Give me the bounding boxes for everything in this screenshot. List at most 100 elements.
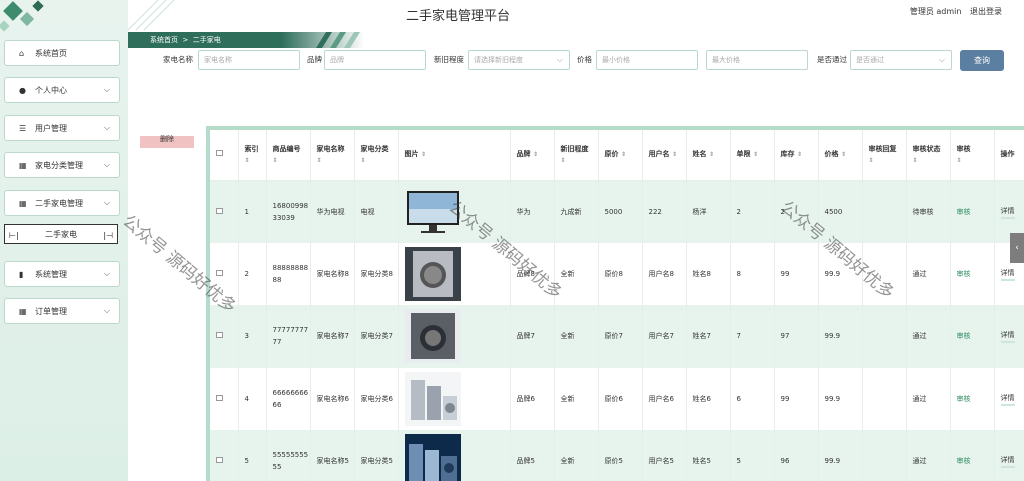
cell-years: 6 [730,367,775,430]
detail-button[interactable]: 详情 [1000,205,1015,219]
cell-audit[interactable]: 审核 [950,305,995,368]
collapse-tab[interactable]: ‹ [1010,233,1024,263]
breadcrumb-home[interactable]: 系统首页 [150,36,178,44]
cell-code: 5555555555 [266,430,311,481]
cell-original-price: 原价7 [598,305,643,368]
col-brand[interactable]: 品牌 ⇕ [510,130,555,181]
cell-price: 99.9 [818,430,863,481]
cell-index: 5 [238,430,267,481]
col-code[interactable]: 商品编号 ⇕ [266,130,311,181]
col-username[interactable]: 用户名 ⇕ [642,130,687,181]
cell-years: 7 [730,305,775,368]
col-name[interactable]: 家电名称 ⇕ [310,130,355,181]
col-price[interactable]: 价格 ⇕ [818,130,863,181]
bar-chart-icon: ▮ [19,269,24,279]
col-condition[interactable]: 新旧程度 ⇕ [554,130,599,181]
row-checkbox[interactable] [210,430,239,481]
sidebar-item-6[interactable]: ▦ 订单管理 ⌵ [4,298,120,324]
col-years[interactable]: 单限 ⇕ [730,130,775,181]
col-reply[interactable]: 审核回复 ⇕ [862,130,907,181]
cell-status: 通过 [906,305,951,368]
cell-brand: 品牌6 [510,367,555,430]
sidebar-item-2[interactable]: ☰ 用户管理 ⌵ [4,115,120,141]
brand-filter-label: 品牌 [307,55,322,64]
sidebar-item-3[interactable]: ▦ 家电分类管理 ⌵ [4,152,120,178]
cell-brand: 华为 [510,180,555,243]
row-checkbox[interactable] [210,305,239,368]
row-checkbox[interactable] [210,180,239,243]
sidebar-item-0[interactable]: ⌂ 系统首页 [4,40,120,66]
sidebar-item-label: 用户管理 [35,123,67,133]
detail-button[interactable]: 详情 [1000,454,1015,469]
cell-action[interactable]: 详情 [994,305,1024,368]
cell-condition: 全新 [554,367,599,430]
name-filter-input[interactable]: 家电名称 [198,50,300,70]
min-price-input[interactable]: 最小价格 [596,50,698,70]
col-category[interactable]: 家电分类 ⇕ [354,130,399,181]
detail-button[interactable]: 详情 [1000,392,1015,406]
washer-image [404,246,510,301]
delete-button[interactable]: 删除 [140,136,194,148]
cell-image [398,180,511,243]
table-row[interactable]: 1 1680099833039 华为电视 电视 华为 九成新 5000 222 杨洋 2 2 4500… [210,180,1024,243]
col-image[interactable]: 图片 ⇕ [398,130,511,181]
cell-name: 家电名称8 [310,242,355,305]
cell-action[interactable]: 详情 [994,430,1024,481]
cell-reply [862,180,907,243]
sidebar: ⌂ 系统首页 ● 个人中心 ⌵ ☰ 用户管理 ⌵ ▦ 家电分类管理 ⌵ ▦ 二手家电管理 ⌵ ▮ 系统管理 ⌵ ▦… [0,0,128,481]
col-real-name[interactable]: 姓名 ⇕ [686,130,731,181]
table-row[interactable]: 4 6666666666 家电名称6 家电分类6 品牌6 全新 原价6 用户名6 姓名6 6 99 9… [210,367,1024,430]
pass-select-placeholder: 是否通过 [856,56,884,64]
sidebar-item-5[interactable]: ▮ 系统管理 ⌵ [4,261,120,287]
user-info: 管理员 admin 退出登录 [904,6,1002,17]
cell-real-name: 姓名7 [686,305,731,368]
sidebar-item-4[interactable]: ▦ 二手家电管理 ⌵ [4,190,120,216]
audit-link[interactable]: 审核 [957,395,971,403]
detail-button[interactable]: 详情 [1000,267,1015,281]
audit-link[interactable]: 审核 [957,332,971,340]
cell-audit[interactable]: 审核 [950,242,995,305]
logo-decoration [0,0,60,36]
cell-index: 3 [238,305,267,368]
cell-audit[interactable]: 审核 [950,180,995,243]
brand-filter-input[interactable]: 品牌 [324,50,426,70]
cell-original-price: 原价5 [598,430,643,481]
sidebar-item-1[interactable]: ● 个人中心 ⌵ [4,77,120,103]
audit-link[interactable]: 审核 [957,208,971,216]
col-status[interactable]: 审核状态 ⇕ [906,130,951,181]
cell-action[interactable]: 详情 [994,367,1024,430]
cell-stock: 96 [774,430,819,481]
name-filter-label: 家电名称 [163,55,193,64]
condition-select[interactable]: 请选择新旧程度 ⌵ [468,50,570,70]
table-row[interactable]: 2 8888888888 家电名称8 家电分类8 品牌8 全新 原价8 用户名8 姓名8 8 99 9… [210,242,1024,305]
col-stock[interactable]: 库存 ⇕ [774,130,819,181]
cell-audit[interactable]: 审核 [950,430,995,481]
table-row[interactable]: 5 5555555555 家电名称5 家电分类5 品牌5 全新 原价5 用户名5 姓名5 5 96 9… [210,430,1024,481]
col-index[interactable]: 索引 ⇕ [238,130,267,181]
sliders-icon: ☰ [19,123,27,133]
cell-condition: 全新 [554,305,599,368]
grid-icon: ▦ [19,160,27,170]
admin-label: 管理员 admin [909,7,962,16]
audit-link[interactable]: 审核 [957,457,971,465]
cell-stock: 97 [774,305,819,368]
cell-years: 2 [730,180,775,243]
cell-audit[interactable]: 审核 [950,367,995,430]
pass-select[interactable]: 是否通过 ⌵ [850,50,952,70]
row-checkbox[interactable] [210,242,239,305]
chevron-down-icon: ⌵ [103,123,110,132]
logout-link[interactable]: 退出登录 [970,7,1002,16]
detail-button[interactable]: 详情 [1000,329,1015,344]
audit-link[interactable]: 审核 [957,270,971,278]
cell-name: 家电名称5 [310,430,355,481]
sidebar-subitem-appliance[interactable]: ⊢| 二手家电 |⊣ [4,224,118,244]
col-original-price[interactable]: 原价 ⇕ [598,130,643,181]
cell-code: 1680099833039 [266,180,311,243]
col-audit[interactable]: 审核 ⇕ [950,130,995,181]
row-checkbox[interactable] [210,367,239,430]
breadcrumb-separator: > [182,36,189,44]
query-button[interactable]: 查询 [960,50,1004,71]
select-all-checkbox[interactable] [210,130,239,181]
table-row[interactable]: 3 7777777777 家电名称7 家电分类7 品牌7 全新 原价7 用户名7 姓名7 7 97 9… [210,305,1024,368]
max-price-input[interactable]: 最大价格 [706,50,808,70]
